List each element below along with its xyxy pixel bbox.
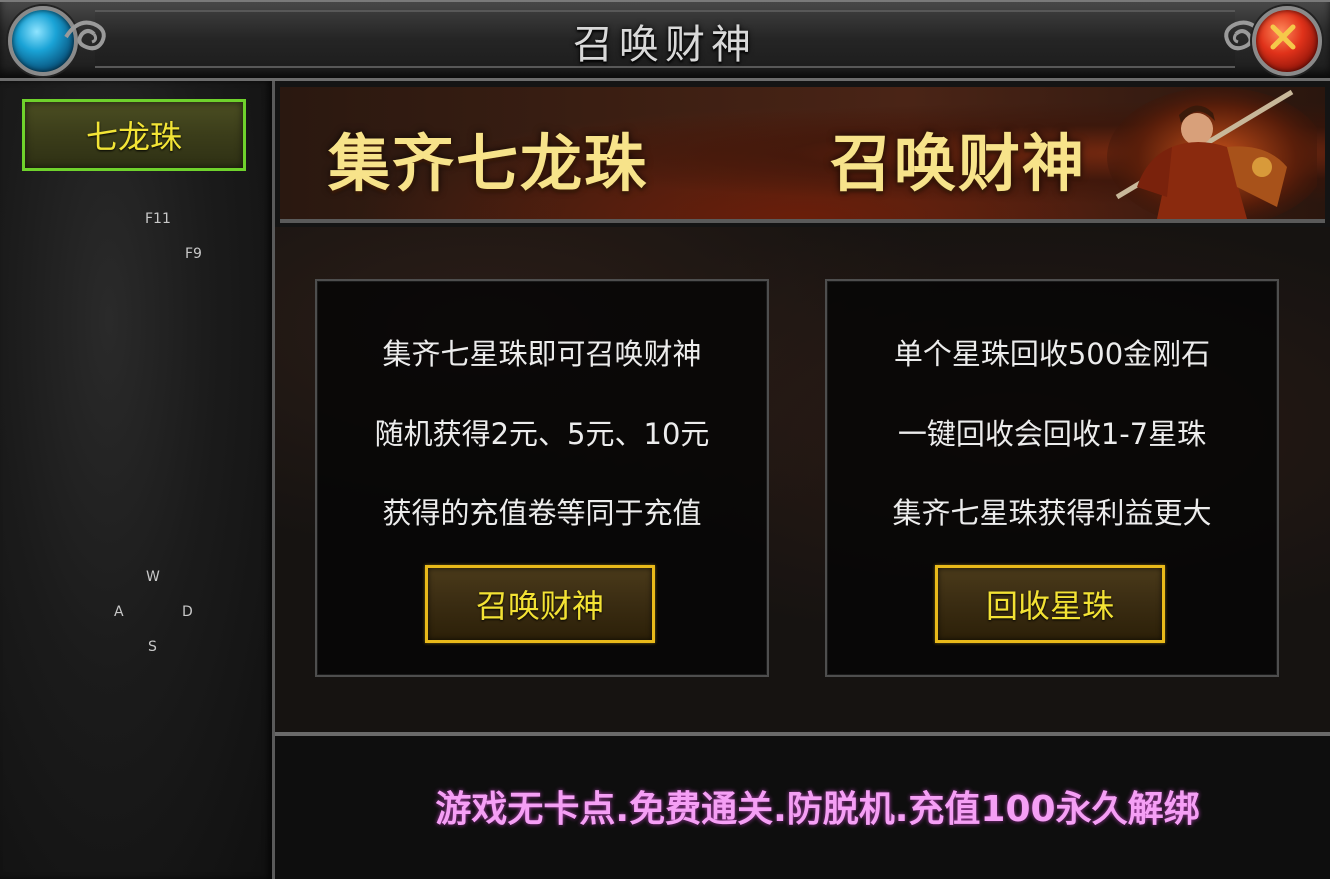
key-hint-f9: F9 xyxy=(185,246,202,262)
window-title: 召唤财神 xyxy=(573,22,757,68)
main-area: 集齐七龙珠 召唤财神 集齐七星珠即可召唤财神 随机获得2元、5元、10元 获得的… xyxy=(275,81,1330,879)
game-window: 召唤财神 七龙珠 F11 F9 W A D S 集齐七龙珠 召唤财神 集齐七星珠… xyxy=(0,0,1330,879)
recycle-info-line-2: 一键回收会回收1-7星珠 xyxy=(897,417,1207,451)
summon-info-line-2: 随机获得2元、5元、10元 xyxy=(374,417,710,451)
title-bar: 召唤财神 xyxy=(0,0,1330,81)
summon-panel: 集齐七星珠即可召唤财神 随机获得2元、5元、10元 获得的充值卷等同于充值 召唤… xyxy=(315,279,769,677)
content-area: 集齐七星珠即可召唤财神 随机获得2元、5元、10元 获得的充值卷等同于充值 召唤… xyxy=(275,227,1330,736)
ornament-left-icon xyxy=(64,20,106,51)
summon-info-line-3: 获得的充值卷等同于充值 xyxy=(382,496,702,530)
summon-info-line-1: 集齐七星珠即可召唤财神 xyxy=(382,337,702,371)
close-icon xyxy=(1270,24,1296,50)
key-hint-d: D xyxy=(182,604,193,620)
recycle-panel: 单个星珠回收500金刚石 一键回收会回收1-7星珠 集齐七星珠获得利益更大 回收… xyxy=(825,279,1279,677)
footer-notice: 游戏无卡点.免费通关.防脱机.充值100永久解绑 xyxy=(435,789,1200,830)
banner: 集齐七龙珠 召唤财神 xyxy=(280,87,1325,223)
key-hint-f11: F11 xyxy=(145,211,171,227)
warrior-figure-icon xyxy=(1107,87,1317,219)
recycle-info-line-1: 单个星珠回收500金刚石 xyxy=(893,337,1211,371)
key-hint-a: A xyxy=(114,604,124,620)
summon-wealth-god-button[interactable]: 召唤财神 xyxy=(425,565,655,643)
banner-right-text: 召唤财神 xyxy=(830,127,1087,200)
close-button[interactable] xyxy=(1252,6,1322,76)
key-hint-s: S xyxy=(148,639,157,655)
key-hint-w: W xyxy=(146,569,160,585)
banner-left-text: 集齐七龙珠 xyxy=(328,127,649,200)
recycle-info-line-3: 集齐七星珠获得利益更大 xyxy=(892,496,1212,530)
footer: 游戏无卡点.免费通关.防脱机.充值100永久解绑 xyxy=(275,736,1330,879)
sidebar: 七龙珠 F11 F9 W A D S xyxy=(0,81,275,879)
recycle-stars-button[interactable]: 回收星珠 xyxy=(935,565,1165,643)
sidebar-tab-dragon-balls[interactable]: 七龙珠 xyxy=(22,99,246,171)
